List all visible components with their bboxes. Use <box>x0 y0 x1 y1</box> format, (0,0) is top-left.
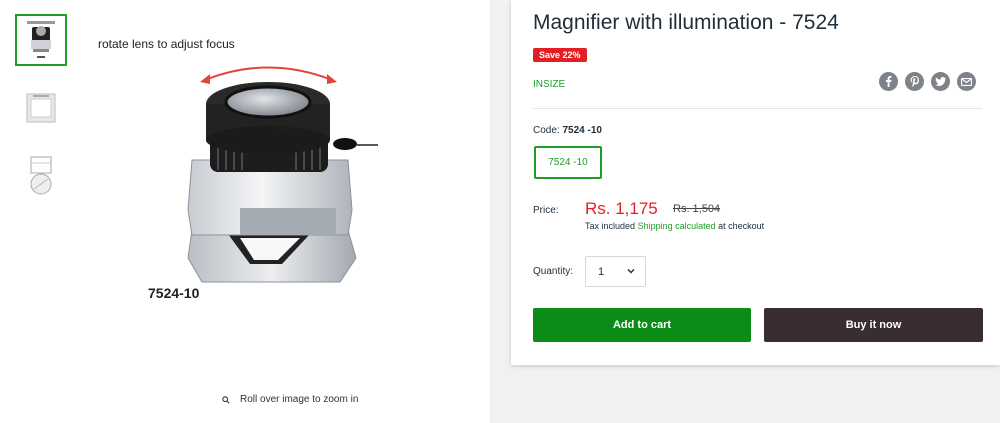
save-badge: Save 22% <box>533 48 587 62</box>
product-title: Magnifier with illumination - 7524 <box>533 11 839 34</box>
code-label-text: Code: <box>533 125 560 136</box>
add-to-cart-button[interactable]: Add to cart <box>533 308 751 342</box>
shipping-link[interactable]: Shipping calculated <box>638 221 716 231</box>
pinterest-icon[interactable] <box>905 72 924 91</box>
thumbnail-list <box>15 14 67 218</box>
code-value: 7524 -10 <box>562 125 602 136</box>
twitter-icon[interactable] <box>931 72 950 91</box>
tax-text: Tax included <box>585 221 636 231</box>
quantity-select[interactable]: 1 <box>585 256 646 287</box>
box-thumbnail-icon[interactable] <box>15 82 67 134</box>
vendor-link[interactable]: INSIZE <box>533 79 565 90</box>
zoom-hint: Roll over image to zoom in <box>222 394 358 405</box>
switch-annotation: ON/OFF <box>278 118 328 133</box>
product-gallery: rotate lens to adjust focus ON/OFF 7524-… <box>0 0 490 423</box>
quantity-value: 1 <box>598 265 605 278</box>
checkout-text: at checkout <box>718 221 765 231</box>
search-icon <box>222 395 230 404</box>
tax-note: Tax included Shipping calculated at chec… <box>585 221 764 231</box>
facebook-icon[interactable] <box>879 72 898 91</box>
buy-now-button[interactable]: Buy it now <box>764 308 983 342</box>
quantity-label: Quantity: <box>533 266 574 277</box>
email-icon[interactable] <box>957 72 976 91</box>
diagram-thumbnail-icon[interactable] <box>15 150 67 202</box>
product-info-panel: Magnifier with illumination - 7524 Save … <box>511 0 1000 365</box>
price-label: Price: <box>533 205 559 216</box>
share-buttons <box>879 72 976 91</box>
current-price: Rs. 1,175 <box>585 199 658 218</box>
divider <box>533 108 982 109</box>
model-annotation: 7524-10 <box>148 285 200 301</box>
zoom-hint-text: Roll over image to zoom in <box>240 394 359 405</box>
magnifier-thumbnail-icon[interactable] <box>15 14 67 66</box>
chevron-down-icon <box>627 269 635 274</box>
code-label: Code: 7524 -10 <box>533 125 602 136</box>
focus-annotation: rotate lens to adjust focus <box>98 37 235 51</box>
compare-price: Rs. 1,504 <box>673 203 721 215</box>
variant-option-button[interactable]: 7524 -10 <box>534 146 602 179</box>
